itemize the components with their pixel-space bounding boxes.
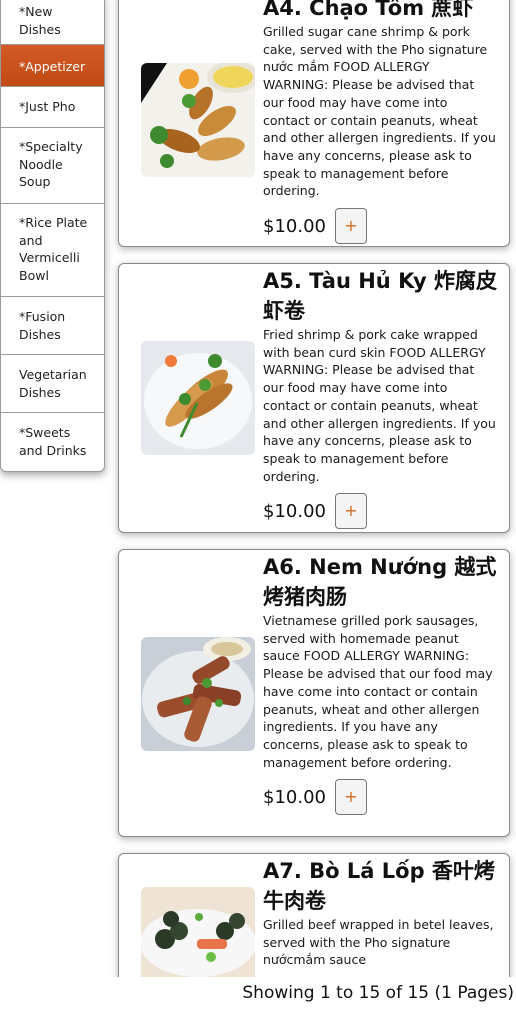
add-to-cart-button[interactable]: + bbox=[335, 208, 367, 245]
item-description: Fried shrimp & pork cake wrapped with be… bbox=[263, 327, 496, 484]
item-title: A7. Bò Lá Lốp 香叶烤牛肉卷 bbox=[263, 859, 495, 913]
sidebar-item-specialty-noodle-soup[interactable]: *Specialty Noodle Soup bbox=[1, 128, 104, 204]
sidebar-item-sweets-drinks[interactable]: *Sweets and Drinks bbox=[1, 413, 104, 471]
sidebar-item-appetizer[interactable]: *Appetizer bbox=[1, 45, 104, 87]
menu-item-card: A4. Chạo Tôm 蔗虾 Grilled sugar cane shrim… bbox=[118, 0, 510, 247]
sidebar-item-vegetarian-dishes[interactable]: Vegetarian Dishes bbox=[1, 355, 104, 413]
item-description: Vietnamese grilled pork sausages, served… bbox=[263, 613, 493, 770]
item-description: Grilled sugar cane shrimp & pork cake, s… bbox=[263, 24, 496, 199]
add-to-cart-button[interactable]: + bbox=[335, 493, 367, 530]
dish-photo bbox=[141, 637, 255, 751]
item-title: A5. Tàu Hủ Ky 炸腐皮虾卷 bbox=[263, 269, 497, 323]
item-price: $10.00 bbox=[263, 215, 326, 237]
sidebar-item-rice-plate-vermicelli[interactable]: *Rice Plate and Vermicelli Bowl bbox=[1, 204, 104, 297]
category-sidebar: *New Dishes *Appetizer *Just Pho *Specia… bbox=[0, 0, 105, 472]
item-price: $10.00 bbox=[263, 786, 326, 808]
sidebar-item-new-dishes[interactable]: *New Dishes bbox=[1, 0, 104, 45]
sidebar-item-just-pho[interactable]: *Just Pho bbox=[1, 87, 104, 128]
menu-item-card: A6. Nem Nướng 越式烤猪肉肠 Vietnamese grilled … bbox=[118, 549, 510, 837]
pagination-summary: Showing 1 to 15 of 15 (1 Pages) bbox=[242, 983, 514, 1003]
menu-item-card: A5. Tàu Hủ Ky 炸腐皮虾卷 Fried shrimp & pork … bbox=[118, 263, 510, 533]
item-description: Grilled beef wrapped in betel leaves, se… bbox=[263, 917, 494, 968]
sidebar-item-fusion-dishes[interactable]: *Fusion Dishes bbox=[1, 297, 104, 355]
item-title: A4. Chạo Tôm 蔗虾 bbox=[263, 0, 474, 20]
item-price: $10.00 bbox=[263, 500, 326, 522]
dish-photo bbox=[141, 63, 255, 177]
add-to-cart-button[interactable]: + bbox=[335, 779, 367, 816]
pagination-footer: Showing 1 to 15 of 15 (1 Pages) bbox=[0, 977, 516, 1024]
item-title: A6. Nem Nướng 越式烤猪肉肠 bbox=[263, 555, 497, 609]
dish-photo bbox=[141, 341, 255, 455]
